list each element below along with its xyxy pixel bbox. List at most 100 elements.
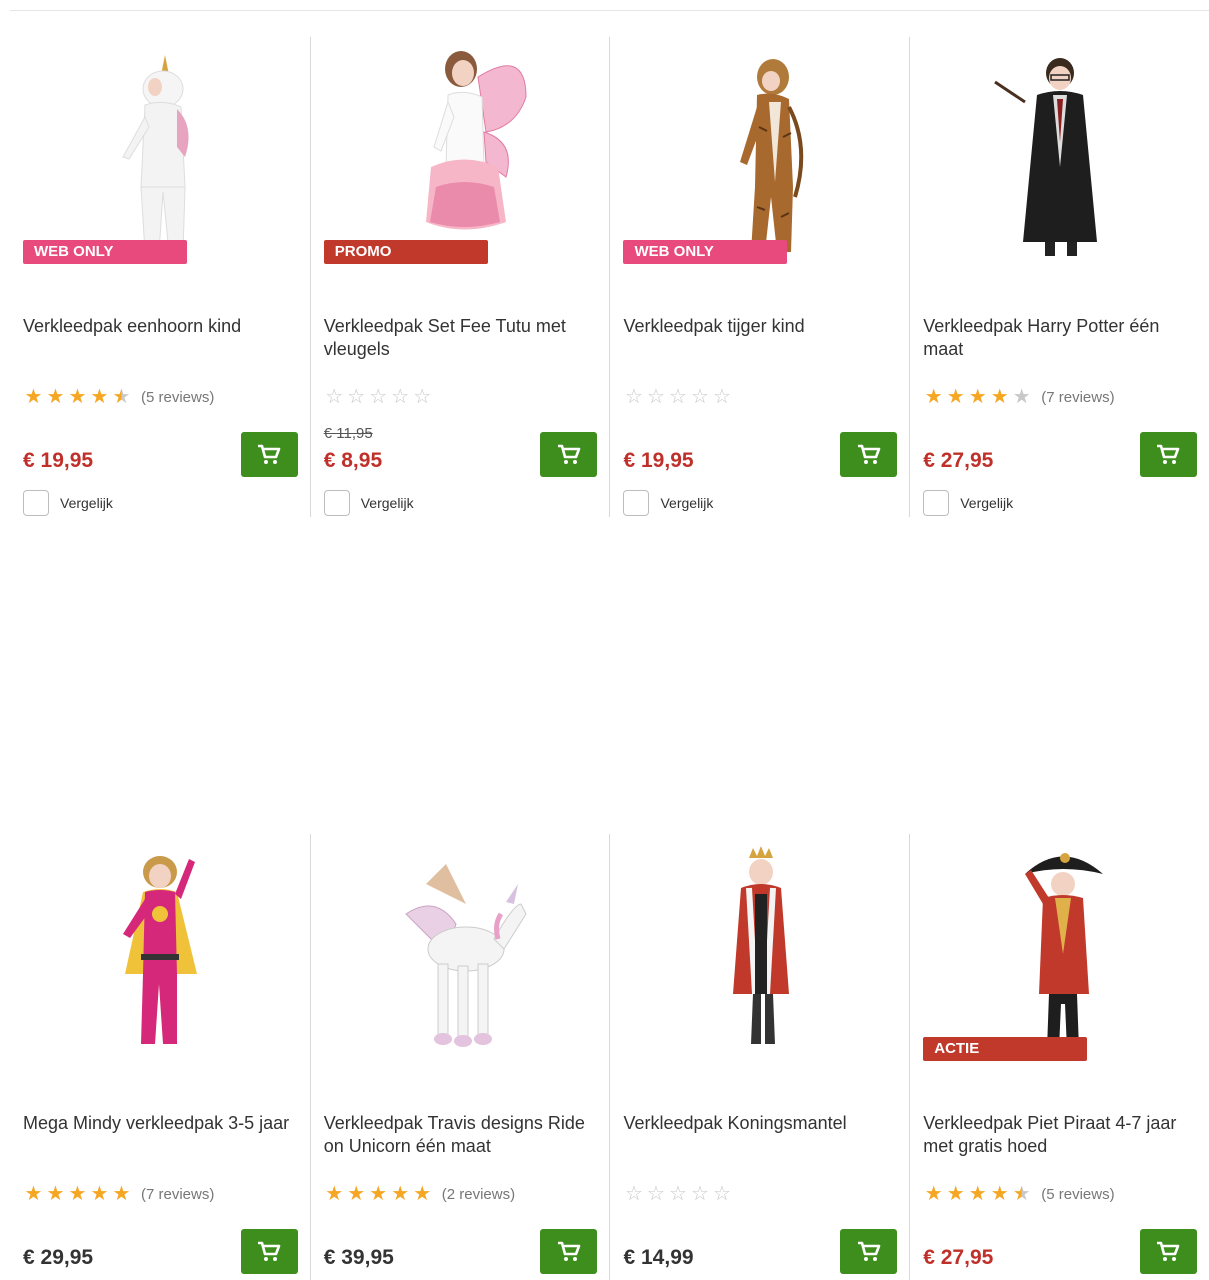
product-image[interactable] <box>623 834 897 1074</box>
compare-option[interactable]: Vergelijk <box>323 490 414 516</box>
product-title[interactable]: Verkleedpak Piet Piraat 4-7 jaar met gra… <box>923 1112 1197 1158</box>
add-to-cart-button[interactable] <box>240 432 298 477</box>
product-image[interactable] <box>324 834 598 1074</box>
product-title[interactable]: Verkleedpak tijger kind <box>623 315 897 338</box>
product-card[interactable]: WEB ONLY Verkleedpak tijger kind ☆ ☆ ☆ ☆… <box>609 37 909 517</box>
star-icon: ★ <box>90 386 109 408</box>
compare-option[interactable]: Vergelijk <box>623 490 713 516</box>
product-title[interactable]: Verkleedpak Koningsmantel <box>623 1112 897 1135</box>
add-to-cart-button[interactable] <box>840 1229 898 1274</box>
tiger-costume-image <box>740 59 804 252</box>
add-to-cart-button[interactable] <box>1139 1229 1197 1274</box>
pirate-costume-image <box>1025 853 1104 1049</box>
cart-icon <box>1157 444 1180 464</box>
star-icon: ★ <box>347 1183 366 1205</box>
star-icon: ★ <box>369 1183 388 1205</box>
star-icon: ★ <box>46 1183 65 1205</box>
king-cape-image <box>733 846 790 1044</box>
product-card[interactable]: Verkleedpak Travis designs Ride on Unico… <box>309 834 610 1280</box>
add-to-cart-button[interactable] <box>1139 432 1197 477</box>
star-icon: ☆ <box>625 386 643 408</box>
star-icon: ★ <box>112 1183 131 1205</box>
compare-checkbox[interactable] <box>623 490 650 516</box>
star-icon: ☆ <box>647 1183 665 1205</box>
review-count[interactable]: (2 reviews) <box>442 1186 515 1203</box>
star-icon: ★ <box>924 386 943 408</box>
price: € 19,95 <box>623 449 694 472</box>
rating: ★ ★ ★ ★ ★ (5 reviews) <box>923 1183 1115 1205</box>
compare-checkbox[interactable] <box>923 490 950 516</box>
rating: ☆ ☆ ☆ ☆ ☆ <box>623 387 733 407</box>
product-title[interactable]: Verkleedpak Set Fee Tutu met vleugels <box>324 315 598 361</box>
cart-icon <box>857 1241 881 1261</box>
compare-label[interactable]: Vergelijk <box>60 495 113 511</box>
superhero-costume-image <box>123 856 198 1044</box>
product-title[interactable]: Verkleedpak Travis designs Ride on Unico… <box>324 1112 598 1158</box>
product-image[interactable]: WEB ONLY <box>23 37 298 277</box>
star-icon: ★ <box>1012 386 1031 408</box>
product-image[interactable] <box>923 37 1197 277</box>
star-icon: ☆ <box>713 1183 731 1205</box>
star-icon: ★ <box>90 1183 109 1205</box>
product-card[interactable]: PROMO Verkleedpak Set Fee Tutu met vleug… <box>309 37 610 517</box>
product-card[interactable]: ACTIE Verkleedpak Piet Piraat 4-7 jaar m… <box>909 834 1209 1280</box>
add-to-cart-button[interactable] <box>840 432 898 477</box>
actie-badge: ACTIE <box>923 1037 1088 1061</box>
product-title[interactable]: Mega Mindy verkleedpak 3-5 jaar <box>23 1112 298 1135</box>
product-image[interactable]: PROMO <box>323 37 598 277</box>
add-to-cart-button[interactable] <box>540 432 598 477</box>
old-price: € 11,95 <box>323 425 373 442</box>
star-icon: ★ <box>968 1183 987 1205</box>
cart-icon <box>557 1241 581 1261</box>
rating: ★ ★ ★ ★ ★ (7 reviews) <box>923 386 1115 408</box>
price: € 27,95 <box>923 1246 994 1269</box>
review-count[interactable]: (7 reviews) <box>141 1186 214 1203</box>
add-to-cart-button[interactable] <box>540 1229 598 1274</box>
star-icon: ★ <box>391 1183 410 1205</box>
compare-label[interactable]: Vergelijk <box>960 495 1013 511</box>
star-icon: ★ <box>413 1183 432 1205</box>
half-star-icon: ★ <box>112 386 131 408</box>
star-icon: ★ <box>990 386 1009 408</box>
product-image[interactable] <box>23 834 298 1074</box>
star-icon: ☆ <box>625 1183 643 1205</box>
star-icon: ☆ <box>347 386 366 408</box>
half-star-icon: ★ <box>1012 1183 1031 1205</box>
product-card[interactable]: Verkleedpak Harry Potter één maat ★ ★ ★ … <box>909 37 1209 517</box>
compare-label[interactable]: Vergelijk <box>361 495 414 511</box>
promo-badge: PROMO <box>323 240 488 264</box>
star-icon: ☆ <box>325 386 344 408</box>
rating: ★ ★ ★ ★ ★ (7 reviews) <box>23 1183 215 1205</box>
compare-checkbox[interactable] <box>323 490 350 516</box>
compare-option[interactable]: Vergelijk <box>923 490 1013 516</box>
price: € 27,95 <box>923 449 994 472</box>
web-only-badge: WEB ONLY <box>23 240 187 264</box>
cart-icon <box>557 444 581 464</box>
review-count[interactable]: (5 reviews) <box>1041 1186 1114 1203</box>
star-icon: ★ <box>946 1183 965 1205</box>
price: € 19,95 <box>23 449 94 472</box>
review-count[interactable]: (7 reviews) <box>1041 389 1114 406</box>
compare-checkbox[interactable] <box>23 490 49 516</box>
star-icon: ★ <box>68 386 87 408</box>
product-card[interactable]: Mega Mindy verkleedpak 3-5 jaar ★ ★ ★ ★ … <box>10 834 310 1280</box>
product-title[interactable]: Verkleedpak eenhoorn kind <box>23 315 298 338</box>
web-only-badge: WEB ONLY <box>623 240 788 264</box>
product-image[interactable]: ACTIE <box>923 834 1197 1074</box>
star-icon: ★ <box>946 386 965 408</box>
compare-option[interactable]: Vergelijk <box>23 490 113 516</box>
product-card[interactable]: WEB ONLY Verkleedpak eenhoorn kind ★ ★ ★… <box>10 37 310 517</box>
add-to-cart-button[interactable] <box>240 1229 298 1274</box>
star-icon: ☆ <box>691 1183 709 1205</box>
review-count[interactable]: (5 reviews) <box>141 389 214 406</box>
product-title[interactable]: Verkleedpak Harry Potter één maat <box>923 315 1197 361</box>
star-icon: ☆ <box>669 1183 687 1205</box>
star-icon: ★ <box>325 1183 344 1205</box>
product-image[interactable]: WEB ONLY <box>623 37 897 277</box>
rating: ★ ★ ★ ★ ★ (2 reviews) <box>324 1184 515 1204</box>
product-card[interactable]: Verkleedpak Koningsmantel ☆ ☆ ☆ ☆ ☆ € 14… <box>609 834 909 1280</box>
compare-label[interactable]: Vergelijk <box>660 495 713 511</box>
star-icon: ☆ <box>669 386 687 408</box>
wizard-robe-image <box>994 58 1098 256</box>
star-icon: ★ <box>24 386 43 408</box>
